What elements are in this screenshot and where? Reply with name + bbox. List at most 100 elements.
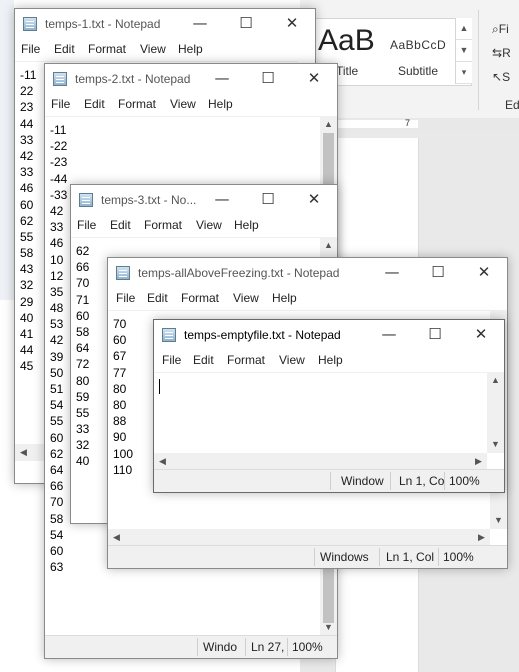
menu-bar: File Edit Format View Help [15, 39, 315, 61]
window-title: temps-1.txt - Notepad [45, 17, 161, 31]
menu-format[interactable]: Format [227, 353, 265, 367]
text-line: 55 [76, 405, 90, 420]
text-line: 32 [76, 438, 90, 453]
menu-file[interactable]: File [162, 353, 181, 367]
menu-edit[interactable]: Edit [110, 218, 131, 232]
title-bar[interactable]: temps-1.txt - Notepad — ☐ ✕ [15, 9, 315, 39]
chevron-right-icon[interactable]: ▶ [473, 529, 490, 546]
menu-file[interactable]: File [116, 291, 135, 305]
select-button[interactable]: ↖S [492, 70, 510, 84]
chevron-up-icon[interactable]: ▲ [320, 237, 337, 254]
chevron-left-icon[interactable]: ◀ [15, 444, 32, 461]
chevron-down-icon[interactable]: ▼ [490, 512, 507, 529]
text-line: 72 [76, 357, 90, 372]
text-line: 60 [76, 308, 90, 323]
notepad-icon [53, 72, 67, 86]
text-line: 44 [20, 343, 34, 358]
minimize-button[interactable]: — [369, 258, 415, 288]
chevron-down-icon[interactable]: ▼ [456, 40, 472, 62]
title-bar[interactable]: temps-allAboveFreezing.txt - Notepad — ☐… [108, 258, 507, 288]
title-bar[interactable]: temps-2.txt - Notepad — ☐ ✕ [45, 64, 337, 94]
menu-format[interactable]: Format [88, 42, 126, 56]
text-line: 60 [50, 543, 64, 558]
minimize-button[interactable]: — [199, 185, 245, 215]
menu-format[interactable]: Format [144, 218, 182, 232]
text-line: 60 [113, 333, 127, 348]
close-button[interactable]: ✕ [291, 185, 337, 215]
status-zoom: 100% [443, 550, 474, 564]
text-line: 46 [50, 236, 64, 251]
notepad-icon [79, 193, 93, 207]
text-line: 42 [20, 148, 34, 163]
menu-help[interactable]: Help [272, 291, 297, 305]
style-title-label[interactable]: Title [336, 64, 358, 78]
chevron-right-icon[interactable]: ▶ [470, 453, 487, 470]
style-subtitle-label[interactable]: Subtitle [398, 64, 438, 78]
menu-edit[interactable]: Edit [193, 353, 214, 367]
minimize-button[interactable]: — [366, 320, 412, 350]
search-icon: ⌕ [492, 22, 499, 36]
text-line: 71 [76, 292, 90, 307]
chevron-down-icon[interactable]: ▼ [487, 436, 504, 453]
menu-edit[interactable]: Edit [84, 97, 105, 111]
close-button[interactable]: ✕ [458, 320, 504, 350]
maximize-button[interactable]: ☐ [412, 320, 458, 350]
menu-help[interactable]: Help [208, 97, 233, 111]
menu-help[interactable]: Help [178, 42, 203, 56]
notepad-window-temps-emptyfile[interactable]: temps-emptyfile.txt - Notepad — ☐ ✕ File… [153, 319, 505, 493]
chevron-up-icon[interactable]: ▲ [320, 116, 337, 133]
chevron-left-icon[interactable]: ◀ [108, 529, 125, 546]
text-line: 46 [20, 181, 34, 196]
menu-file[interactable]: File [21, 42, 40, 56]
text-line: -33 [50, 187, 68, 202]
menu-view[interactable]: View [233, 291, 259, 305]
menu-edit[interactable]: Edit [54, 42, 75, 56]
chevron-left-icon[interactable]: ◀ [154, 453, 171, 470]
text-line: -11 [50, 123, 67, 137]
maximize-button[interactable]: ☐ [415, 258, 461, 288]
style-subtitle-sample[interactable]: AaBbCcD [390, 38, 446, 52]
menu-view[interactable]: View [170, 97, 196, 111]
close-button[interactable]: ✕ [291, 64, 337, 94]
text-line: 42 [50, 333, 64, 348]
text-line: 33 [50, 220, 64, 235]
menu-file[interactable]: File [51, 97, 70, 111]
text-line: 55 [20, 229, 34, 244]
gallery-expand-icon[interactable]: ▾ [456, 62, 472, 84]
menu-view[interactable]: View [140, 42, 166, 56]
menu-view[interactable]: View [279, 353, 305, 367]
find-button[interactable]: ⌕Fi [492, 22, 509, 37]
vertical-scrollbar[interactable]: ▲ ▼ [487, 372, 504, 453]
menu-format[interactable]: Format [181, 291, 219, 305]
chevron-up-icon[interactable]: ▲ [487, 372, 504, 389]
replace-button[interactable]: ⇆R [492, 46, 511, 60]
text-area[interactable] [154, 372, 487, 453]
status-bar: Windo Ln 27, 100% [45, 635, 337, 658]
menu-help[interactable]: Help [318, 353, 343, 367]
maximize-button[interactable]: ☐ [245, 64, 291, 94]
gallery-scroll[interactable]: ▲ ▼ ▾ [455, 18, 472, 84]
close-button[interactable]: ✕ [461, 258, 507, 288]
menu-format[interactable]: Format [118, 97, 156, 111]
menu-bar: File Edit Format View Help [154, 350, 504, 372]
horizontal-scrollbar[interactable]: ◀ ▶ [154, 453, 487, 470]
minimize-button[interactable]: — [177, 9, 223, 39]
menu-edit[interactable]: Edit [147, 291, 168, 305]
text-line: 41 [20, 327, 34, 341]
text-line: 43 [20, 262, 34, 277]
menu-view[interactable]: View [196, 218, 222, 232]
horizontal-scrollbar[interactable]: ◀ ▶ [108, 529, 490, 546]
style-title-sample[interactable]: AaB [318, 24, 375, 58]
text-lines: -11 -22 -23 -44 -33 42 33 46 10 12 35 48 53 42 39 50 51 5… [50, 122, 67, 575]
chevron-up-icon[interactable]: ▲ [456, 18, 472, 40]
maximize-button[interactable]: ☐ [245, 185, 291, 215]
close-button[interactable]: ✕ [269, 9, 315, 39]
minimize-button[interactable]: — [199, 64, 245, 94]
title-bar[interactable]: temps-emptyfile.txt - Notepad — ☐ ✕ [154, 320, 504, 350]
title-bar[interactable]: temps-3.txt - No... — ☐ ✕ [71, 185, 337, 215]
text-line: 53 [50, 317, 64, 332]
menu-file[interactable]: File [77, 218, 96, 232]
menu-help[interactable]: Help [234, 218, 259, 232]
chevron-down-icon[interactable]: ▼ [320, 619, 337, 636]
maximize-button[interactable]: ☐ [223, 9, 269, 39]
